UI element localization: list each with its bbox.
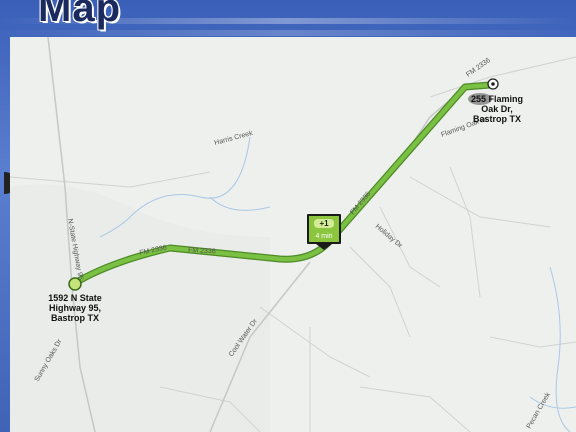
end-address-line2: Oak Dr, [481, 104, 513, 114]
destination-pin-dot [491, 82, 495, 86]
start-address-line3: Bastrop TX [51, 313, 99, 323]
route-badge-count: +1 [319, 219, 329, 228]
map-canvas[interactable]: FM 2336 FM 2336 FM 2336 FM 2336 N-State … [10, 37, 576, 432]
end-address-line1: 255 Flaming [471, 94, 523, 104]
slide-title: Map [38, 0, 121, 30]
start-address-line1: 1592 N State [48, 293, 102, 303]
map-view[interactable]: FM 2336 FM 2336 FM 2336 FM 2336 N-State … [10, 37, 576, 432]
road-label-fm2336: FM 2336 [188, 247, 216, 255]
end-address-line3: Bastrop TX [473, 114, 521, 124]
start-address-line2: Highway 95, [49, 303, 101, 313]
route-badge-duration: 4 min [315, 233, 332, 240]
start-pin-icon[interactable] [68, 277, 82, 291]
